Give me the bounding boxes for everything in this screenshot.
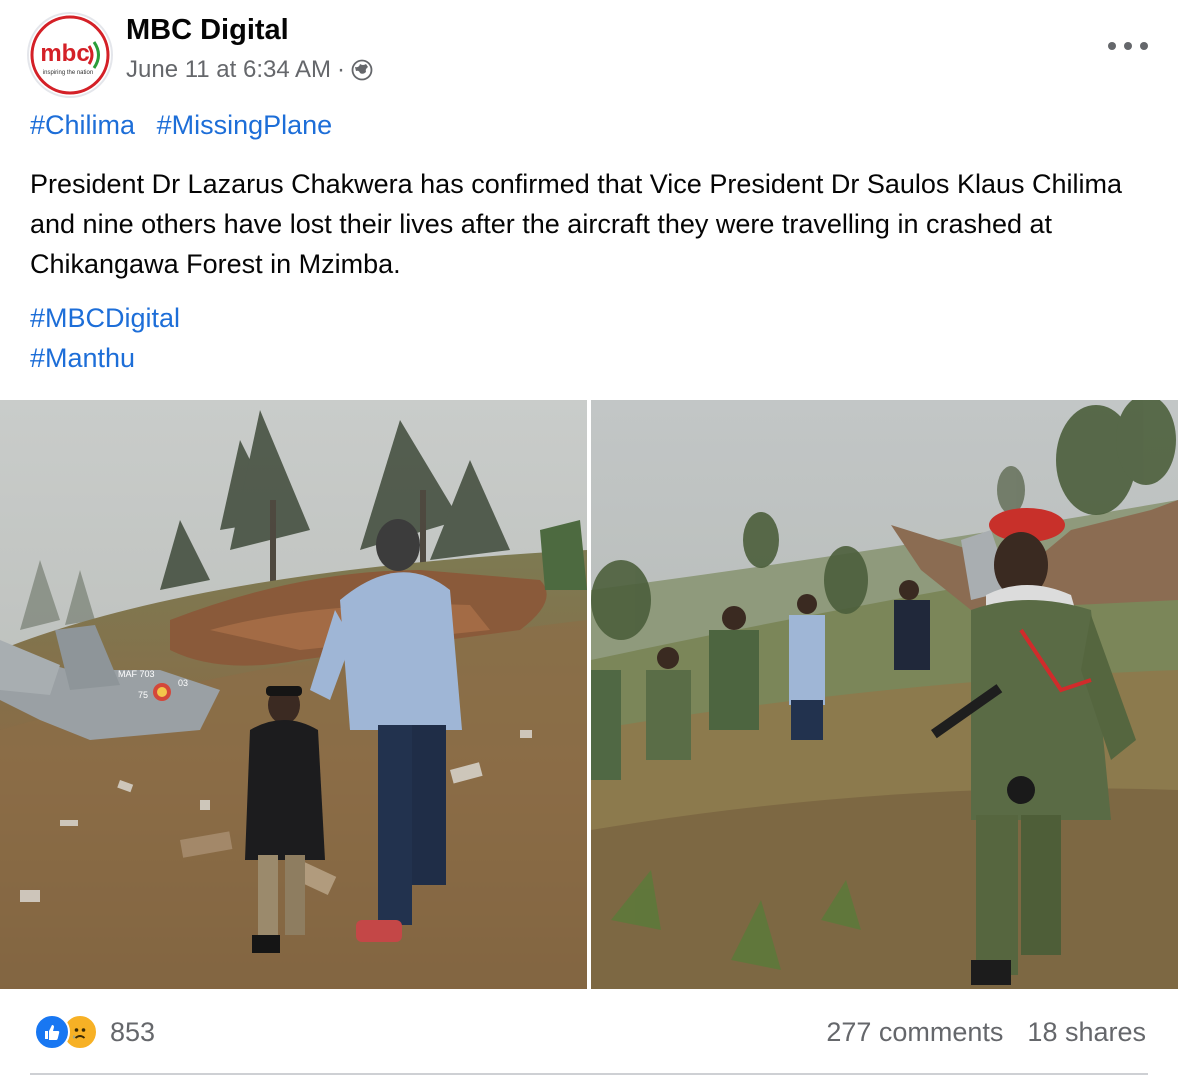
like-icon <box>34 1014 70 1050</box>
reaction-count: 853 <box>110 1016 156 1047</box>
crash-site-photo <box>591 400 1178 989</box>
page-avatar[interactable]: mbc inspiring the nation <box>27 12 113 98</box>
globe-icon <box>351 59 373 81</box>
post-photo-left[interactable]: MAF 703 75 03 <box>0 400 587 989</box>
hashtag-link[interactable]: #MBCDigital <box>30 298 180 338</box>
mbc-logo: mbc inspiring the nation <box>30 15 110 95</box>
post-photo-right[interactable] <box>591 400 1178 989</box>
comments-count[interactable]: 277 comments <box>826 1017 1003 1048</box>
plane-marking: 75 <box>138 690 148 700</box>
page-name[interactable]: MBC Digital <box>126 14 289 47</box>
logo-text: mbc <box>40 40 89 67</box>
meta-separator: · <box>337 56 346 83</box>
hashtag-link[interactable]: #MissingPlane <box>157 110 333 140</box>
plane-marking: MAF 703 <box>118 669 155 679</box>
hashtags-bottom: #MBCDigital #Manthu <box>30 298 180 378</box>
divider <box>30 1073 1148 1075</box>
hashtags-top: #Chilima #MissingPlane <box>30 110 346 141</box>
more-dot-icon <box>1108 42 1116 50</box>
post-meta: June 11 at 6:34 AM · <box>126 56 373 84</box>
logo-tagline: inspiring the nation <box>43 70 93 76</box>
engagement-stats: 277 comments 18 shares <box>826 1012 1146 1052</box>
more-dot-icon <box>1140 42 1148 50</box>
hashtag-link[interactable]: #Chilima <box>30 110 135 140</box>
plane-marking: 03 <box>178 678 188 688</box>
post-timestamp[interactable]: June 11 at 6:34 AM <box>126 56 331 84</box>
post-text: President Dr Lazarus Chakwera has confir… <box>30 169 1122 279</box>
crash-site-photo: MAF 703 75 03 <box>0 400 587 989</box>
more-options-button[interactable] <box>1108 36 1148 56</box>
reactions-summary[interactable]: 853 <box>34 1012 155 1052</box>
more-dot-icon <box>1124 42 1132 50</box>
hashtag-link[interactable]: #Manthu <box>30 338 180 378</box>
shares-count[interactable]: 18 shares <box>1027 1017 1146 1048</box>
